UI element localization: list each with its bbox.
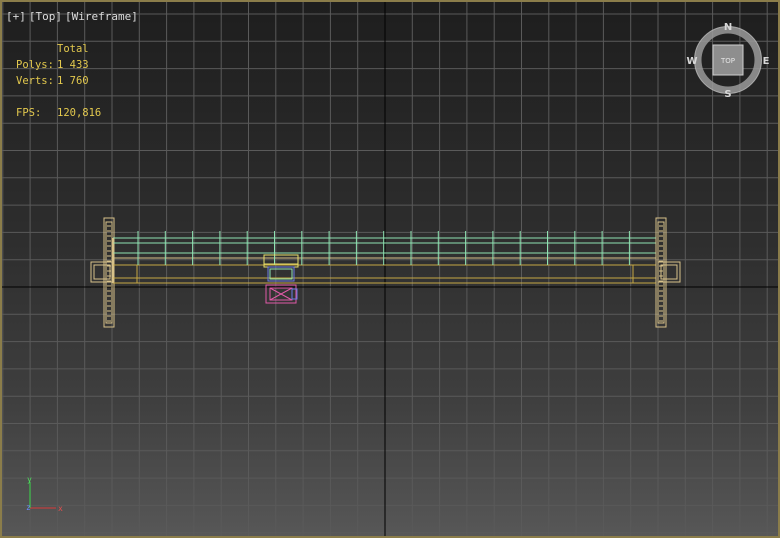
verts-value: 1 760 [57,75,89,87]
compass-south[interactable]: S [724,89,731,100]
polys-value: 1 433 [57,59,89,71]
compass-north[interactable]: N [724,22,732,33]
x-axis-label: x [58,504,63,513]
compass-east[interactable]: E [763,56,770,67]
polys-label: Polys: [16,59,54,71]
viewcube-face-label: TOP [720,57,735,65]
viewport-top-wireframe[interactable]: [+] [Top] [Wireframe] Total Polys: 1 433 … [0,0,780,538]
viewcube[interactable]: TOP N S E W [684,18,772,106]
compass-west[interactable]: W [686,56,697,67]
stats-header: Total [57,43,89,55]
y-axis-label: y [27,476,32,484]
axis-triad: x y z [26,476,63,513]
statistics-overlay: Total Polys: 1 433 Verts: 1 760 FPS: 120,81… [16,41,101,121]
viewport-shading-menu[interactable]: [Wireframe] [65,10,138,23]
verts-label: Verts: [16,75,54,87]
fps-value: 120,816 [57,107,102,119]
viewport-point-of-view-menu[interactable]: [Top] [29,10,62,23]
fps-label: FPS: [16,107,42,119]
hoist-trolley[interactable] [263,254,299,304]
construction-grid [2,2,778,536]
wireframe-scene[interactable] [2,2,780,538]
viewport-label-menu[interactable]: [+] [Top] [Wireframe] [6,10,138,23]
viewport-general-menu[interactable]: [+] [6,10,26,23]
z-axis-label: z [26,503,31,512]
